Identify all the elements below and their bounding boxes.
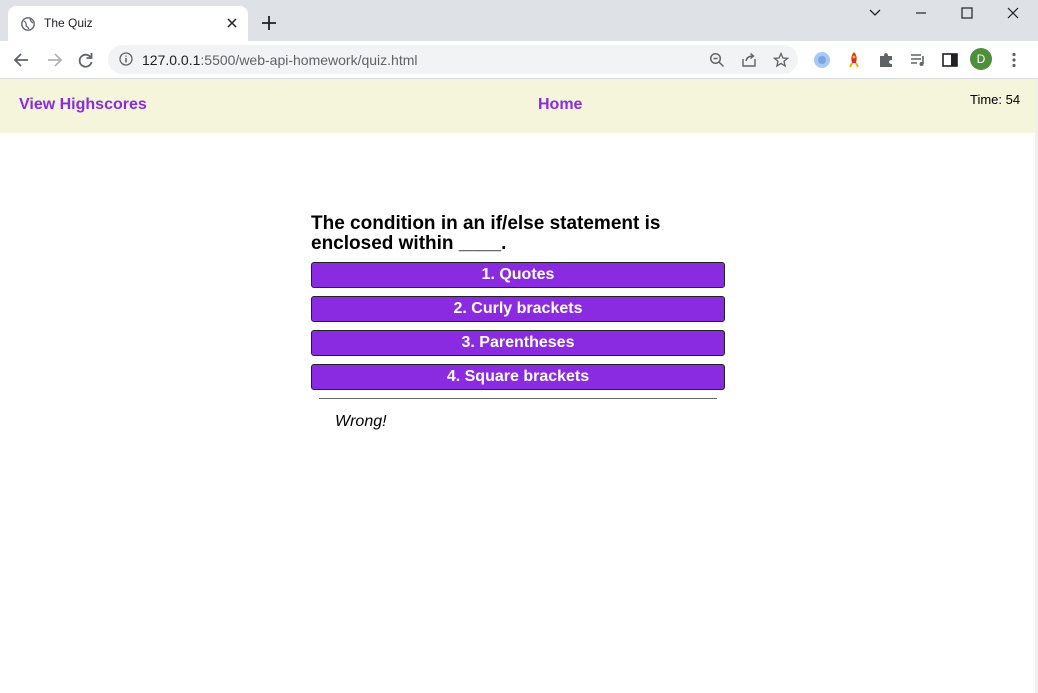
zoom-icon[interactable] (709, 52, 725, 68)
tab-title: The Quiz (44, 16, 93, 30)
kebab-menu-icon[interactable] (1005, 51, 1023, 69)
url-text[interactable]: 127.0.0.1:5500/web-api-homework/quiz.htm… (142, 52, 418, 68)
home-link[interactable]: Home (538, 96, 582, 114)
side-panel-icon[interactable] (941, 51, 959, 69)
quiz-container: The condition in an if/else statement is… (311, 214, 725, 431)
back-arrow-icon[interactable] (12, 50, 32, 70)
star-icon[interactable] (773, 52, 789, 68)
reload-icon[interactable] (76, 50, 96, 70)
page-header: View Highscores Home Time: 54 (0, 79, 1035, 133)
choice-button-1[interactable]: 1. Quotes (311, 262, 725, 288)
browser-tab[interactable]: The Quiz (8, 6, 248, 41)
forward-arrow-icon[interactable] (44, 50, 64, 70)
share-icon[interactable] (741, 52, 757, 68)
rocket-extension-icon[interactable] (845, 51, 863, 69)
window-close-icon[interactable] (998, 4, 1028, 22)
address-bar[interactable]: 127.0.0.1:5500/web-api-homework/quiz.htm… (108, 45, 798, 74)
info-icon[interactable] (119, 52, 133, 66)
globe-icon (21, 17, 35, 31)
chevron-down-icon[interactable] (860, 4, 890, 22)
question-text: The condition in an if/else statement is… (311, 213, 661, 254)
extension-globe-icon[interactable] (813, 51, 831, 69)
choice-button-4[interactable]: 4. Square brackets (311, 364, 725, 390)
feedback-divider (319, 398, 717, 399)
timer-text: Time: 54 (970, 92, 1021, 107)
choice-button-3[interactable]: 3. Parentheses (311, 330, 725, 356)
new-tab-icon[interactable] (261, 15, 277, 31)
page-viewport: View Highscores Home Time: 54 The condit… (0, 79, 1038, 693)
maximize-icon[interactable] (952, 4, 982, 22)
browser-toolbar: 127.0.0.1:5500/web-api-homework/quiz.htm… (0, 41, 1038, 79)
media-queue-icon[interactable] (909, 51, 927, 69)
profile-avatar[interactable]: D (970, 48, 992, 70)
choice-button-2[interactable]: 2. Curly brackets (311, 296, 725, 322)
browser-tabstrip: The Quiz (0, 0, 1038, 41)
minimize-icon[interactable] (906, 4, 936, 22)
close-icon[interactable] (226, 17, 238, 29)
choices-list: 1. Quotes 2. Curly brackets 3. Parenthes… (311, 262, 725, 390)
view-highscores-link[interactable]: View Highscores (19, 96, 147, 114)
answer-feedback: Wrong! (335, 413, 387, 430)
puzzle-icon[interactable] (877, 51, 895, 69)
